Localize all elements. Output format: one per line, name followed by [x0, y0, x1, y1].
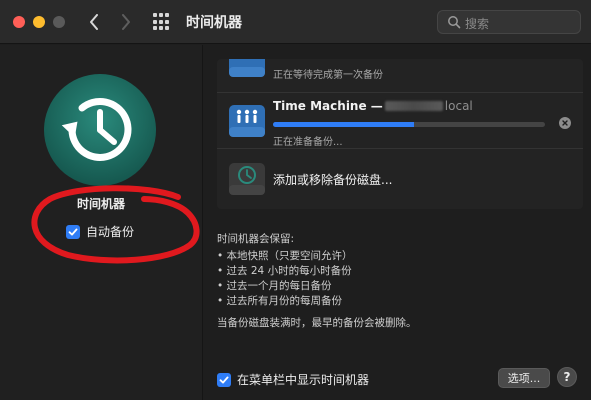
progress-fill	[273, 122, 415, 127]
auto-backup-checkbox[interactable]	[66, 224, 80, 239]
help-button[interactable]: ?	[557, 367, 577, 387]
network-disk-icon	[229, 59, 265, 77]
stop-backup-button[interactable]	[559, 117, 571, 129]
show-in-menubar-label: 在菜单栏中显示时间机器	[237, 373, 370, 387]
close-icon	[562, 120, 568, 126]
add-remove-disk-row[interactable]: 添加或移除备份磁盘...	[217, 149, 583, 209]
chevron-right-icon	[122, 14, 130, 30]
auto-backup-checkbox-row[interactable]: 自动备份	[66, 223, 134, 240]
list-item: • 过去一个月的每日备份	[217, 280, 332, 292]
checkmark-icon	[219, 376, 229, 383]
redacted-hostname	[384, 101, 443, 111]
minimize-window-button[interactable]	[33, 16, 45, 28]
sidebar: 时间机器 自动备份	[0, 45, 202, 400]
retention-list: • 本地快照（只要空间允许） • 过去 24 小时的每小时备份 • 过去一个月的…	[217, 249, 353, 309]
list-item: • 过去 24 小时的每小时备份	[217, 265, 352, 277]
list-item: • 本地快照（只要空间允许）	[217, 250, 353, 262]
backup-progress-bar	[273, 122, 545, 127]
search-placeholder: 搜索	[465, 17, 490, 31]
list-item: • 过去所有月份的每周备份	[217, 295, 343, 307]
zoom-window-button[interactable]	[53, 16, 65, 28]
app-name-label: 时间机器	[76, 197, 125, 211]
disk-status: 正在准备备份...	[273, 137, 343, 148]
show-in-menubar-row[interactable]: 在菜单栏中显示时间机器	[217, 371, 369, 388]
options-button[interactable]: 选项...	[498, 368, 550, 388]
show-all-grid-icon[interactable]	[153, 13, 171, 31]
time-machine-disk-icon	[229, 163, 265, 195]
close-window-button[interactable]	[13, 16, 25, 28]
network-disk-icon	[229, 105, 265, 137]
time-machine-logo-icon	[44, 74, 156, 186]
disk-title: Time Machine — local	[273, 99, 473, 113]
host-separator: —	[370, 99, 383, 113]
disk-domain-suffix: local	[444, 99, 473, 113]
back-button[interactable]	[83, 10, 105, 34]
disk-row-time-machine[interactable]: Time Machine — local 正在准备备份...	[217, 93, 583, 149]
search-icon	[448, 16, 461, 29]
chevron-left-icon	[90, 14, 98, 30]
backup-disk-list: 正在等待完成第一次备份 Time Machine — local 正在准备备份..	[217, 59, 583, 209]
disk-status: 正在等待完成第一次备份	[273, 70, 383, 81]
disk-name: Time Machine	[273, 99, 367, 113]
auto-backup-label: 自动备份	[86, 225, 135, 239]
disk-row-waiting[interactable]: 正在等待完成第一次备份	[217, 59, 583, 93]
forward-button[interactable]	[115, 10, 137, 34]
checkmark-icon	[68, 228, 78, 235]
window-title: 时间机器	[186, 15, 242, 31]
retention-title: 时间机器会保留:	[217, 233, 295, 245]
retention-note: 当备份磁盘装满时，最早的备份会被删除。	[217, 317, 417, 329]
add-remove-disk-label: 添加或移除备份磁盘...	[273, 173, 393, 187]
title-bar: 时间机器 搜索	[0, 0, 591, 44]
show-in-menubar-checkbox[interactable]	[217, 372, 231, 387]
main-panel: 正在等待完成第一次备份 Time Machine — local 正在准备备份..	[203, 45, 591, 400]
search-field[interactable]: 搜索	[437, 10, 581, 34]
